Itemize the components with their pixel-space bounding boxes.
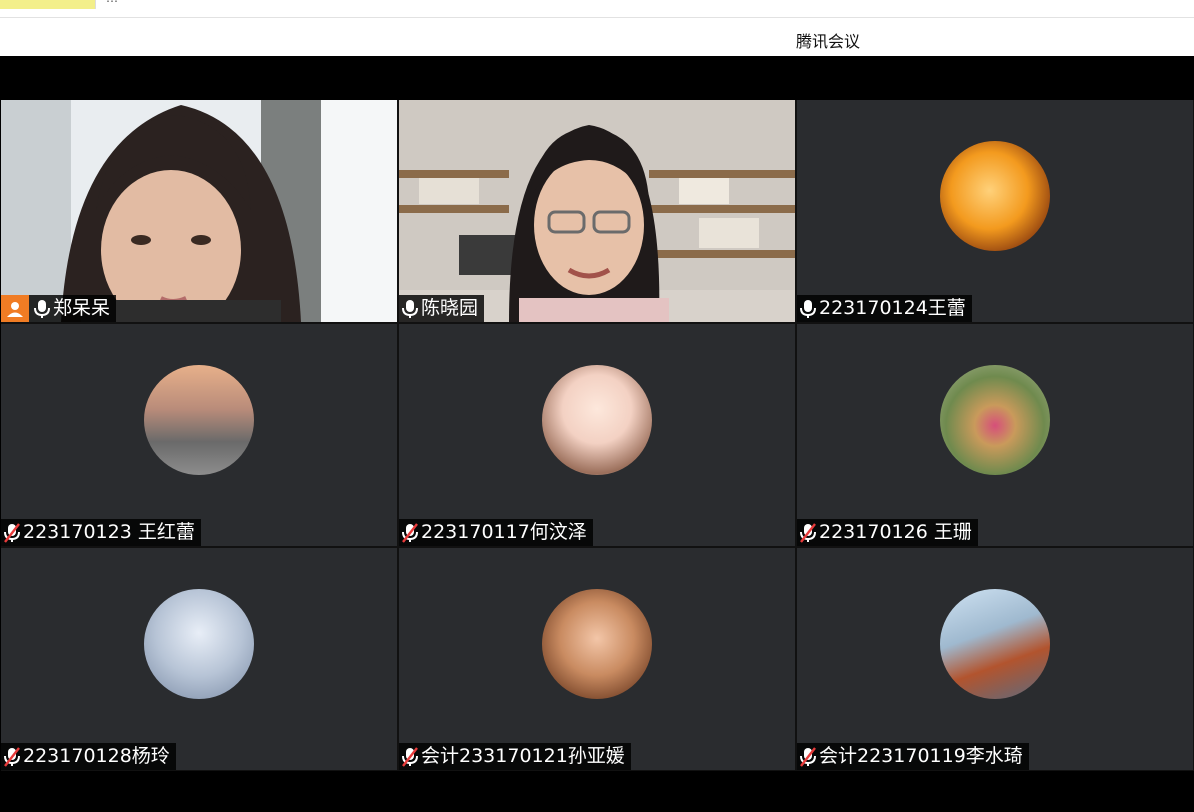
participant-nameplate-6: 223170126 王珊 bbox=[797, 519, 978, 546]
participant-name: 郑呆呆 bbox=[53, 297, 111, 319]
microphone-icon bbox=[401, 299, 419, 319]
participant-name: 223170123 王红蕾 bbox=[23, 521, 195, 543]
participant-avatar-3 bbox=[940, 141, 1050, 251]
participant-nameplate-1: 郑呆呆 bbox=[1, 295, 117, 322]
participant-name: 223170117何汶泽 bbox=[421, 521, 587, 543]
participant-name: 223170128杨玲 bbox=[23, 745, 170, 767]
participant-tile-9[interactable]: 会计223170119李水琦 bbox=[797, 548, 1193, 770]
host-person-icon bbox=[1, 295, 29, 322]
participant-avatar-4 bbox=[144, 365, 254, 475]
participant-avatar-5 bbox=[542, 365, 652, 475]
top-strip: … bbox=[0, 0, 1194, 18]
participant-tile-3[interactable]: 223170124王蕾 bbox=[797, 100, 1193, 322]
title-bar: 腾讯会议 bbox=[0, 18, 1194, 56]
participant-nameplate-8: 会计233170121孙亚媛 bbox=[399, 743, 631, 770]
participant-video-1 bbox=[1, 100, 397, 322]
microphone-icon bbox=[799, 299, 817, 319]
microphone-muted-icon bbox=[3, 522, 21, 543]
participant-nameplate-2: 陈晓园 bbox=[399, 295, 485, 322]
microphone-muted-icon bbox=[401, 522, 419, 543]
participant-avatar-9 bbox=[940, 589, 1050, 699]
microphone-muted-icon bbox=[799, 746, 817, 767]
window-title: 腾讯会议 bbox=[796, 32, 861, 51]
participant-name: 223170124王蕾 bbox=[819, 297, 966, 319]
cut-off-text: … bbox=[106, 0, 118, 5]
participant-name: 223170126 王珊 bbox=[819, 521, 972, 543]
participant-nameplate-4: 223170123 王红蕾 bbox=[1, 519, 201, 546]
yellow-tab[interactable] bbox=[0, 0, 96, 9]
video-grid: 郑呆呆 陈晓园 223170124王蕾 223170123 王红蕾 223170… bbox=[1, 100, 1194, 771]
participant-avatar-7 bbox=[144, 589, 254, 699]
participant-tile-2[interactable]: 陈晓园 bbox=[399, 100, 795, 322]
participant-tile-5[interactable]: 223170117何汶泽 bbox=[399, 324, 795, 546]
participant-name: 陈晓园 bbox=[421, 297, 479, 319]
participant-tile-7[interactable]: 223170128杨玲 bbox=[1, 548, 397, 770]
microphone-muted-icon bbox=[401, 746, 419, 767]
participant-tile-1[interactable]: 郑呆呆 bbox=[1, 100, 397, 322]
microphone-muted-icon bbox=[799, 522, 817, 543]
participant-avatar-6 bbox=[940, 365, 1050, 475]
participant-avatar-8 bbox=[542, 589, 652, 699]
top-black-band bbox=[0, 56, 1194, 100]
participant-tile-6[interactable]: 223170126 王珊 bbox=[797, 324, 1193, 546]
participant-name: 会计223170119李水琦 bbox=[819, 745, 1023, 767]
participant-nameplate-9: 会计223170119李水琦 bbox=[797, 743, 1029, 770]
bottom-black-band bbox=[0, 771, 1194, 812]
participant-nameplate-3: 223170124王蕾 bbox=[797, 295, 972, 322]
participant-nameplate-7: 223170128杨玲 bbox=[1, 743, 176, 770]
participant-nameplate-5: 223170117何汶泽 bbox=[399, 519, 593, 546]
participant-tile-8[interactable]: 会计233170121孙亚媛 bbox=[399, 548, 795, 770]
participant-name: 会计233170121孙亚媛 bbox=[421, 745, 625, 767]
participant-tile-4[interactable]: 223170123 王红蕾 bbox=[1, 324, 397, 546]
microphone-muted-icon bbox=[3, 746, 21, 767]
participant-video-2 bbox=[399, 100, 795, 322]
microphone-icon bbox=[33, 299, 51, 319]
